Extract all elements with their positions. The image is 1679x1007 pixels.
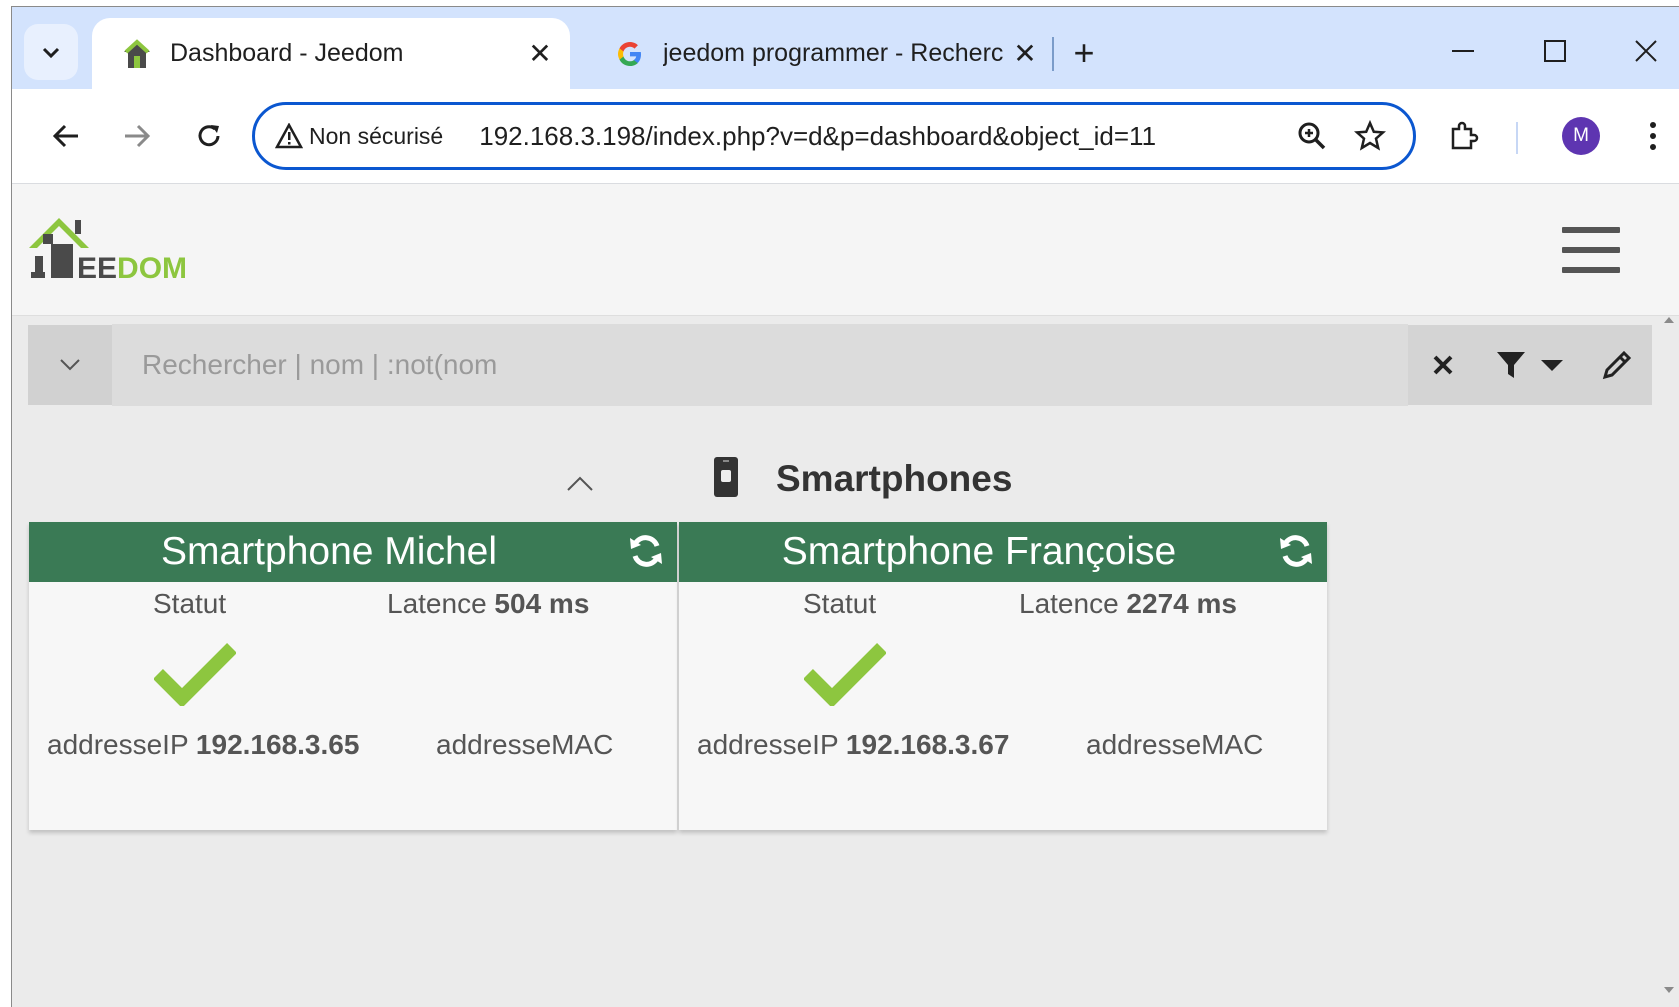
- browser-toolbar: Non sécurisé 192.168.3.198/index.php?v=d…: [12, 89, 1679, 184]
- ip-label: addresseIP: [47, 729, 189, 760]
- hamburger-line: [1562, 247, 1620, 253]
- minimize-icon: [1452, 50, 1474, 52]
- latence-value: 2274 ms: [1126, 588, 1237, 619]
- zoom-icon: [1298, 122, 1326, 150]
- latence-label: Latence: [387, 588, 487, 619]
- tab-dashboard-jeedom[interactable]: Dashboard - Jeedom ✕: [92, 18, 570, 89]
- scroll-up-arrow-icon[interactable]: [1663, 314, 1675, 326]
- caret-down-icon: [1540, 360, 1563, 371]
- hamburger-line: [1562, 267, 1620, 273]
- search-input[interactable]: [112, 324, 1408, 406]
- filter-button[interactable]: [1490, 341, 1570, 389]
- bookmark-button[interactable]: [1341, 107, 1399, 165]
- equipment-name[interactable]: Smartphone Michel: [29, 522, 629, 582]
- mac-label: addresseMAC: [1086, 729, 1264, 760]
- equipment-name[interactable]: Smartphone Françoise: [679, 522, 1279, 582]
- svg-text:EEDOM: EEDOM: [77, 252, 187, 285]
- chevron-up-icon: [567, 476, 593, 491]
- browser-menu-button[interactable]: [1628, 111, 1678, 161]
- status-ok-check-icon[interactable]: [804, 640, 886, 706]
- back-button[interactable]: [41, 111, 91, 161]
- extensions-button[interactable]: [1439, 111, 1489, 161]
- close-tab-icon[interactable]: ✕: [520, 34, 560, 74]
- scroll-down-arrow-icon[interactable]: [1663, 984, 1675, 996]
- edit-mode-button[interactable]: [1593, 341, 1641, 389]
- security-label: Non sécurisé: [309, 122, 444, 149]
- minimize-button[interactable]: [1424, 21, 1502, 81]
- close-icon: [1433, 355, 1453, 375]
- logo-text-prefix: EE: [77, 252, 117, 285]
- tab-strip: Dashboard - Jeedom ✕ jeedom programmer -…: [12, 7, 1679, 89]
- ip-value: 192.168.3.65: [195, 729, 360, 760]
- page-content: EEDOM Rechercher | nom |:not(nom Smartp…: [12, 184, 1679, 1007]
- avatar: M: [1562, 117, 1600, 155]
- google-g-icon: [613, 37, 647, 71]
- status-ok-check-icon[interactable]: [154, 640, 236, 706]
- search-actions: [1408, 325, 1652, 405]
- tab-title: jeedom programmer - Recherche: [663, 39, 1005, 67]
- forward-button[interactable]: [112, 111, 162, 161]
- maximize-button[interactable]: [1516, 21, 1594, 81]
- close-tab-icon[interactable]: ✕: [1005, 34, 1045, 74]
- refresh-icon[interactable]: [1277, 532, 1315, 570]
- statut-label: Statut: [803, 588, 877, 619]
- mac-label: addresseMAC: [436, 729, 614, 760]
- dashboard-search-bar: [28, 324, 1652, 406]
- search-toggle-button[interactable]: [28, 325, 112, 405]
- address-bar[interactable]: Non sécurisé 192.168.3.198/index.php?v=d…: [252, 102, 1416, 170]
- close-window-button[interactable]: [1607, 21, 1679, 81]
- arrow-right-icon: [125, 124, 151, 148]
- new-tab-button[interactable]: +: [1062, 31, 1106, 75]
- pencil-icon: [1602, 350, 1631, 380]
- logo-text-suffix: DOM: [117, 252, 187, 285]
- more-vert-icon: [1650, 122, 1656, 150]
- tab-search-button[interactable]: [24, 24, 78, 80]
- card-header: Smartphone Michel: [29, 522, 677, 582]
- statut-label: Statut: [153, 588, 227, 619]
- filter-icon: [1496, 352, 1525, 378]
- app-header: EEDOM: [12, 184, 1679, 316]
- tab-title: Dashboard - Jeedom: [170, 39, 404, 67]
- latence-label: Latence: [1019, 588, 1119, 619]
- security-chip[interactable]: Non sécurisé: [275, 123, 443, 150]
- equipment-card: Smartphone Michel Statut Latence 504 ms …: [29, 522, 677, 830]
- refresh-icon[interactable]: [627, 532, 665, 570]
- browser-window: Dashboard - Jeedom ✕ jeedom programmer -…: [11, 6, 1679, 1007]
- url-text: 192.168.3.198/index.php?v=d&p=dashboard&…: [479, 120, 1157, 151]
- latence-info: Latence 504 ms: [387, 588, 589, 620]
- latence-value: 504 ms: [494, 588, 590, 619]
- reload-button[interactable]: [184, 111, 234, 161]
- close-icon: [1635, 40, 1657, 62]
- warning-icon: [275, 123, 303, 149]
- jeedom-logo[interactable]: EEDOM: [29, 204, 209, 294]
- plus-icon: +: [1073, 32, 1095, 73]
- ip-info: addresseIP 192.168.3.67: [697, 729, 1009, 761]
- card-header: Smartphone Françoise: [679, 522, 1327, 582]
- equipment-card: Smartphone Françoise Statut Latence 2274…: [679, 522, 1327, 830]
- toolbar-separator: [1516, 122, 1518, 154]
- arrow-left-icon: [52, 124, 78, 148]
- chevron-down-icon: [42, 47, 60, 59]
- chevron-down-icon: [60, 359, 80, 371]
- star-icon: [1354, 120, 1386, 151]
- latence-info: Latence 2274 ms: [1019, 588, 1237, 620]
- puzzle-icon: [1451, 121, 1479, 150]
- menu-button[interactable]: [1562, 227, 1620, 273]
- zoom-button[interactable]: [1283, 107, 1341, 165]
- jeedom-house-icon: [120, 37, 154, 71]
- tab-separator: [1052, 37, 1054, 71]
- ip-value: 192.168.3.67: [845, 729, 1010, 760]
- tab-google-search[interactable]: jeedom programmer - Recherche ✕: [585, 18, 1055, 89]
- collapse-object-button[interactable]: [562, 466, 598, 502]
- clear-search-button[interactable]: [1419, 341, 1467, 389]
- smartphone-icon: [714, 457, 738, 497]
- ip-label: addresseIP: [697, 729, 839, 760]
- reload-icon: [198, 125, 220, 147]
- object-title: Smartphones: [776, 458, 1013, 499]
- maximize-icon: [1544, 40, 1566, 62]
- hamburger-line: [1562, 227, 1620, 233]
- ip-info: addresseIP 192.168.3.65: [47, 729, 359, 761]
- profile-button[interactable]: M: [1556, 111, 1606, 161]
